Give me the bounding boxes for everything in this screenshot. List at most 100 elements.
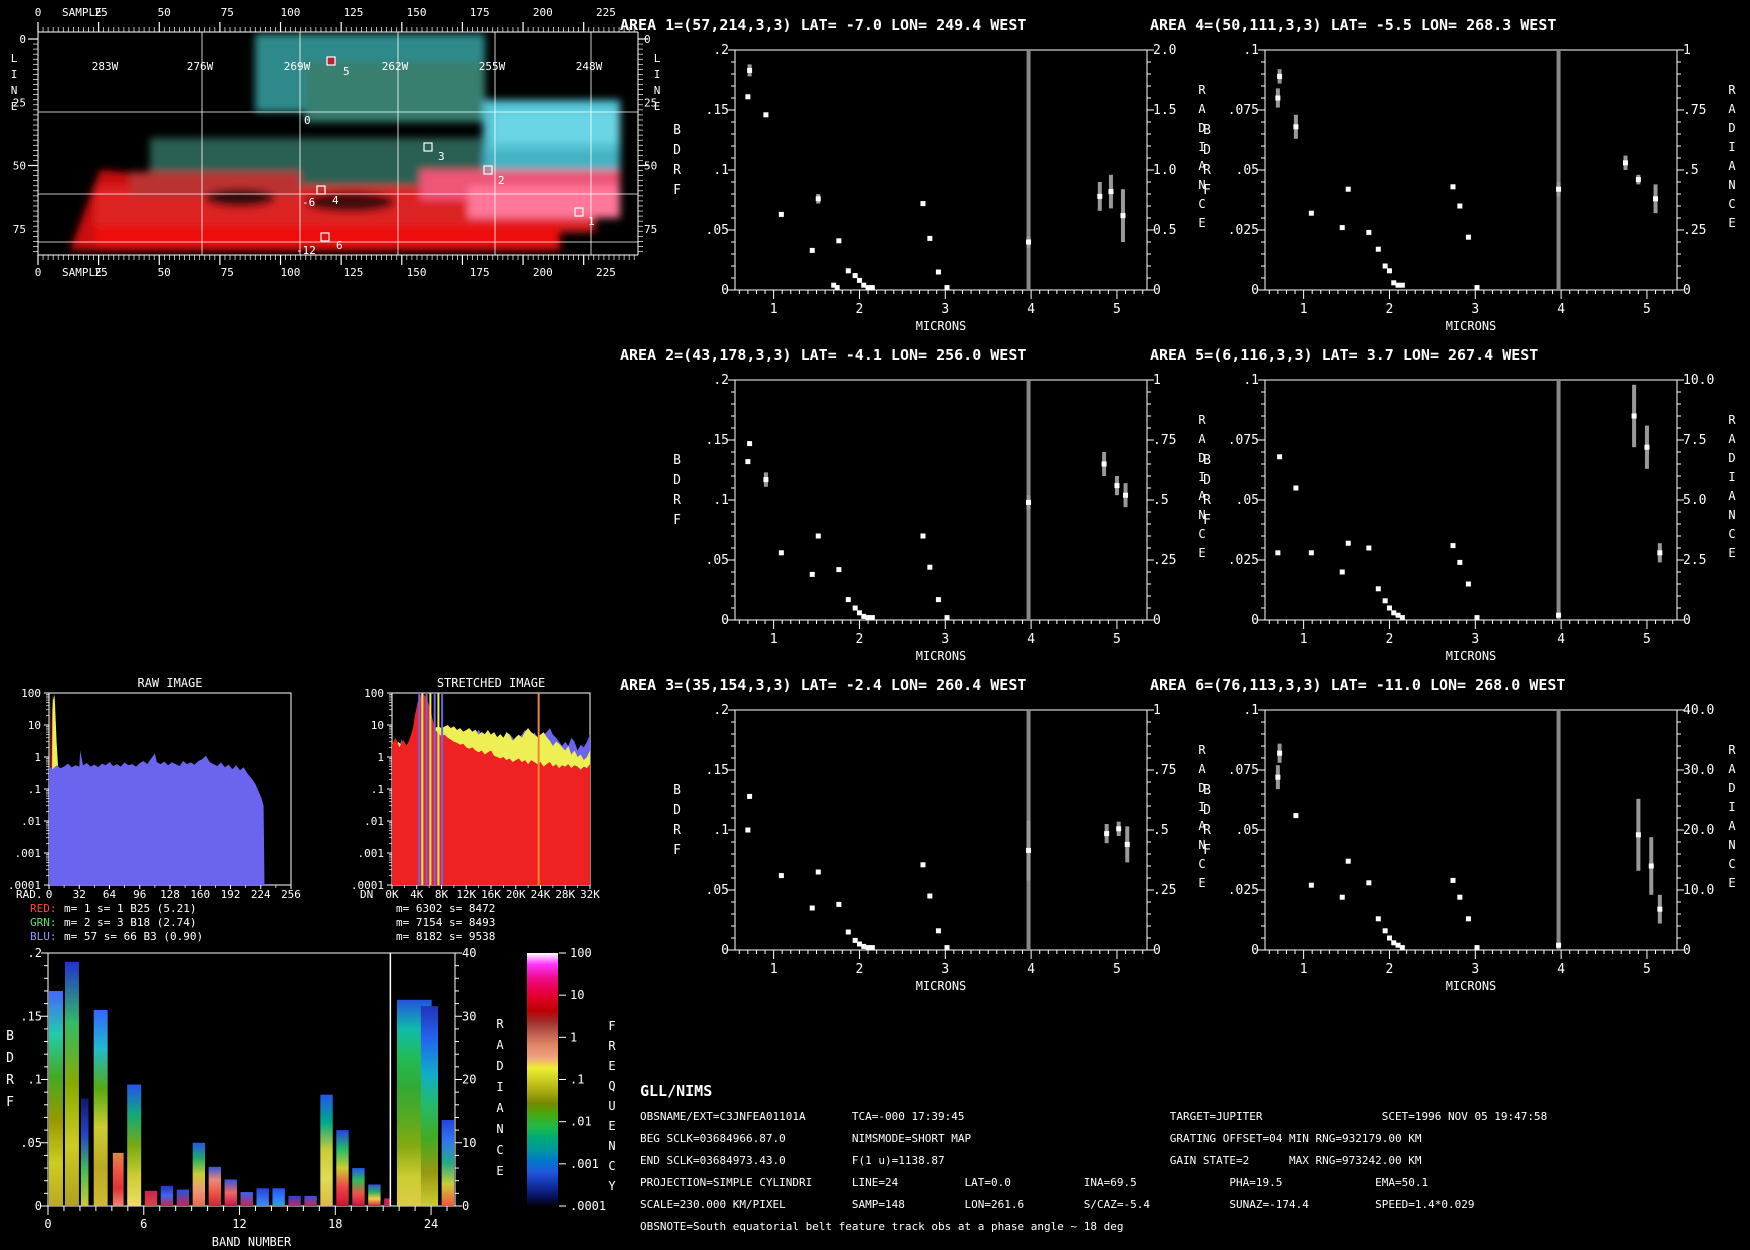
svg-text:10: 10 [28, 719, 41, 732]
svg-text:5: 5 [1113, 632, 1121, 647]
svg-text:B: B [6, 1029, 14, 1044]
svg-text:F: F [1203, 513, 1211, 528]
svg-text:R: R [1728, 83, 1736, 97]
svg-text:0: 0 [1683, 943, 1691, 958]
svg-text:32: 32 [73, 888, 86, 901]
svg-text:.01: .01 [21, 815, 41, 828]
svg-text:AREA 1=(57,214,3,3) LAT= -7.0: AREA 1=(57,214,3,3) LAT= -7.0 LON= 249.4… [620, 16, 1026, 34]
svg-text:4: 4 [1557, 632, 1565, 647]
svg-text:B: B [673, 123, 681, 138]
svg-text:160: 160 [190, 888, 210, 901]
svg-text:.1: .1 [28, 783, 41, 796]
svg-text:.05: .05 [20, 1136, 42, 1150]
svg-text:50: 50 [158, 266, 171, 279]
svg-text:30: 30 [462, 1009, 476, 1023]
svg-text:2: 2 [856, 302, 864, 317]
svg-text:3: 3 [438, 150, 445, 163]
svg-text:100: 100 [21, 687, 41, 700]
svg-text:24: 24 [424, 1217, 438, 1231]
band-divider-line [389, 953, 392, 1206]
svg-text:MICRONS: MICRONS [916, 649, 967, 663]
svg-text:.075: .075 [1228, 763, 1259, 778]
spectrum-plot-area1: AREA 1=(57,214,3,3) LAT= -7.0 LON= 249.4… [620, 16, 1206, 333]
svg-text:C: C [1728, 197, 1735, 211]
svg-text:10: 10 [462, 1136, 476, 1150]
svg-text:1: 1 [1683, 43, 1691, 58]
svg-text:.5: .5 [1683, 163, 1699, 178]
svg-text:A: A [1728, 432, 1736, 446]
svg-text:2: 2 [856, 962, 864, 977]
instrument-title: GLL/NIMS [640, 1082, 713, 1100]
svg-text:I: I [11, 68, 18, 81]
svg-text:GRN:: GRN: [30, 916, 57, 929]
svg-text:L: L [11, 52, 18, 65]
svg-text:R: R [1728, 743, 1736, 757]
svg-text:N: N [1728, 508, 1735, 522]
svg-text:R: R [1203, 823, 1211, 838]
observation-metadata: OBSNAME/EXT=C3JNFEA01101A TCA=-000 17:39… [640, 1110, 1548, 1233]
svg-text:5: 5 [1643, 962, 1651, 977]
svg-text:1: 1 [570, 1030, 577, 1044]
svg-text:D: D [6, 1051, 14, 1066]
svg-text:28K: 28K [555, 888, 575, 901]
svg-text:0K: 0K [385, 888, 399, 901]
svg-text:0: 0 [44, 1217, 51, 1231]
svg-text:0: 0 [46, 888, 53, 901]
svg-text:E: E [1728, 876, 1735, 890]
svg-text:AREA 4=(50,111,3,3) LAT= -5.5: AREA 4=(50,111,3,3) LAT= -5.5 LON= 268.3… [1150, 16, 1556, 34]
svg-text:DN: DN [360, 888, 373, 901]
svg-text:283W: 283W [92, 60, 119, 73]
svg-text:1: 1 [770, 302, 778, 317]
svg-text:.1: .1 [713, 493, 729, 508]
svg-text:5: 5 [1643, 302, 1651, 317]
svg-text:0: 0 [721, 613, 729, 628]
svg-text:75: 75 [13, 223, 26, 236]
spectrum-plot-area5: AREA 5=(6,116,3,3) LAT= 3.7 LON= 267.4 W… [1150, 346, 1736, 663]
svg-text:20K: 20K [506, 888, 526, 901]
svg-text:.001: .001 [358, 847, 385, 860]
svg-text:-6: -6 [302, 196, 315, 209]
svg-text:4: 4 [1027, 302, 1035, 317]
svg-text:3: 3 [1471, 302, 1479, 317]
svg-text:5.0: 5.0 [1683, 493, 1706, 508]
svg-text:AREA 6=(76,113,3,3) LAT= -11.0: AREA 6=(76,113,3,3) LAT= -11.0 LON= 268.… [1150, 676, 1565, 694]
svg-text:100: 100 [570, 946, 592, 960]
svg-text:1: 1 [1300, 962, 1308, 977]
svg-text:5: 5 [343, 65, 350, 78]
svg-text:0: 0 [462, 1199, 469, 1213]
svg-text:100: 100 [364, 687, 384, 700]
svg-text:MICRONS: MICRONS [1446, 649, 1497, 663]
svg-text:R: R [6, 1073, 14, 1088]
svg-text:F: F [6, 1095, 14, 1110]
svg-text:R: R [673, 493, 681, 508]
frequency-colorbar [527, 953, 558, 1207]
svg-text:.075: .075 [1228, 433, 1259, 448]
svg-text:C: C [1728, 857, 1735, 871]
scatter-points [1275, 69, 1659, 291]
svg-text:A: A [1728, 762, 1736, 776]
svg-text:C: C [1728, 527, 1735, 541]
svg-text:5: 5 [1643, 632, 1651, 647]
svg-text:MICRONS: MICRONS [1446, 979, 1497, 993]
svg-text:A: A [1728, 489, 1736, 503]
svg-text:N: N [1728, 838, 1735, 852]
svg-text:U: U [608, 1099, 615, 1113]
svg-text:E: E [1728, 546, 1735, 560]
svg-text:10.0: 10.0 [1683, 883, 1714, 898]
svg-text:A: A [496, 1101, 504, 1115]
svg-text:Y: Y [608, 1179, 616, 1193]
scatter-points [745, 441, 1129, 621]
svg-text:.1: .1 [713, 163, 729, 178]
svg-text:B: B [1203, 123, 1211, 138]
svg-text:224: 224 [251, 888, 271, 901]
svg-text:.1: .1 [28, 1073, 42, 1087]
svg-text:RED:: RED: [30, 902, 57, 915]
svg-text:R: R [673, 163, 681, 178]
svg-text:.1: .1 [1243, 703, 1259, 718]
svg-text:R: R [496, 1017, 504, 1031]
svg-text:B: B [1203, 453, 1211, 468]
svg-text:.1: .1 [1243, 43, 1259, 58]
svg-text:100: 100 [280, 266, 300, 279]
svg-text:MICRONS: MICRONS [916, 319, 967, 333]
svg-text:N: N [496, 1122, 503, 1136]
